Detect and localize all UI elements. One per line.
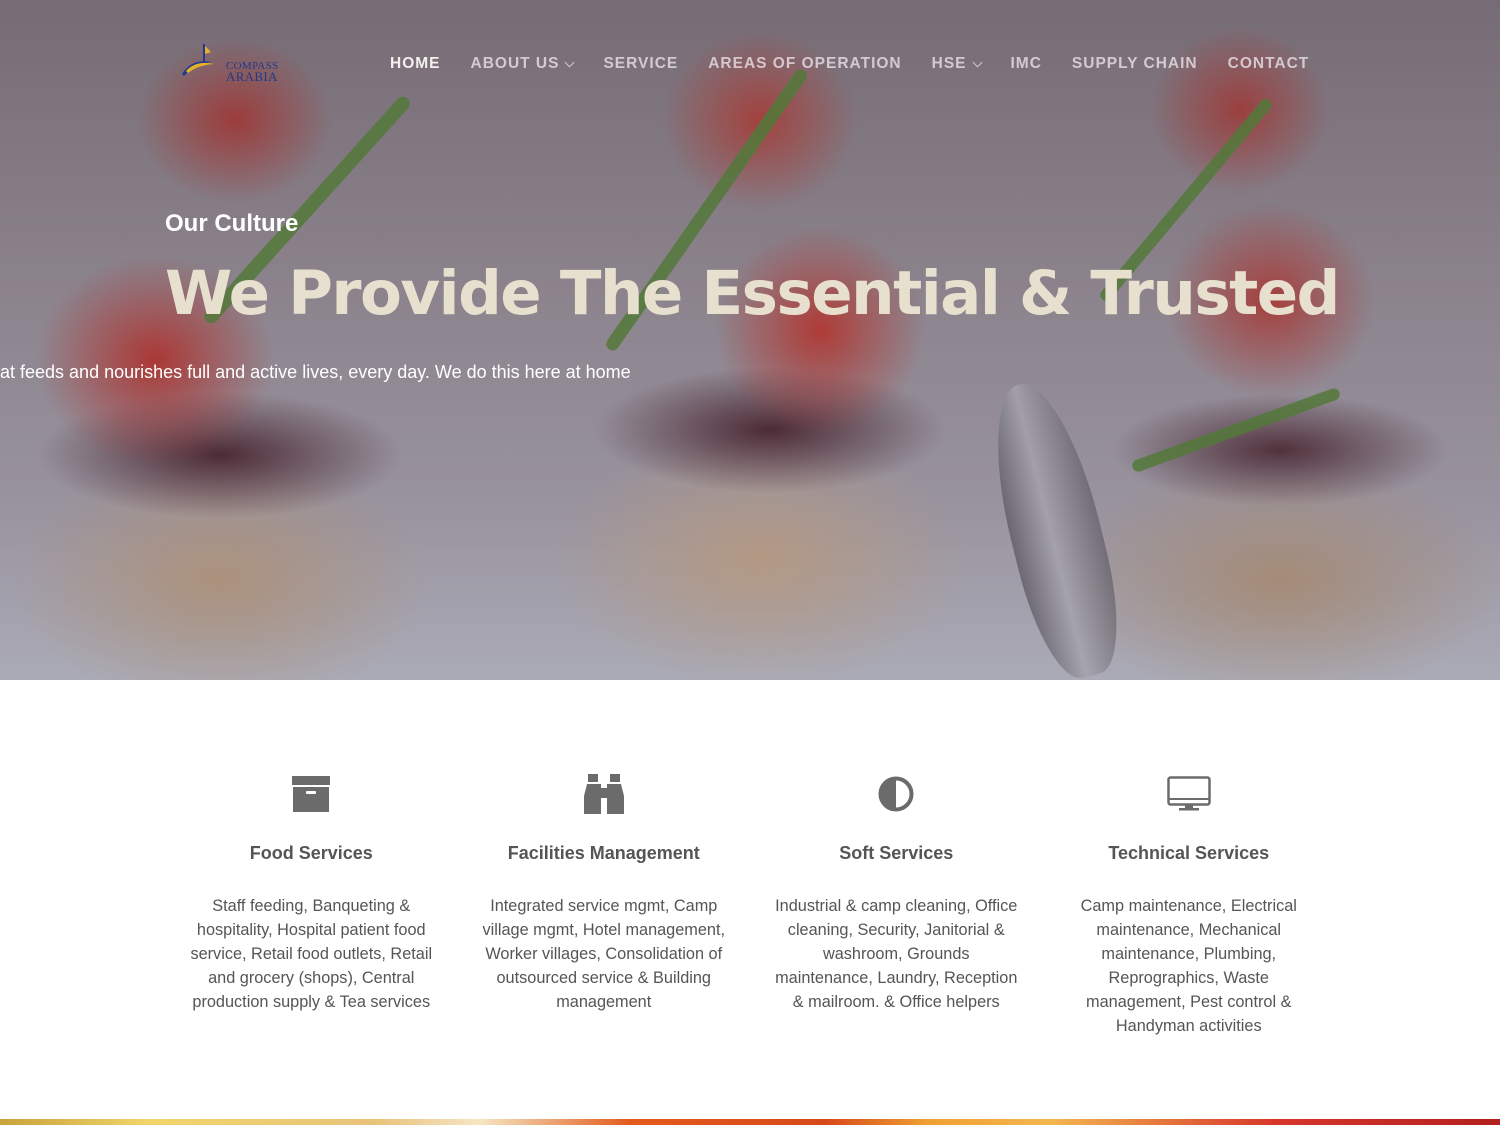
service-description: Camp maintenance, Electrical maintenance… — [1080, 897, 1297, 1035]
chevron-down-icon — [565, 57, 575, 67]
chevron-down-icon — [972, 57, 982, 67]
service-description: Staff feeding, Banqueting & hospitality,… — [190, 897, 433, 1011]
nav-home[interactable]: HOME — [390, 52, 441, 76]
nav-service[interactable]: SERVICE — [603, 52, 678, 76]
service-title: Facilities Management — [507, 843, 700, 863]
hero-banner — [0, 0, 1500, 680]
nav-hse-label: HSE — [931, 55, 967, 72]
half-circle-icon — [750, 770, 1043, 818]
service-card-soft: Soft Services Industrial & camp cleaning… — [750, 770, 1043, 1038]
service-card-food: Food Services Staff feeding, Banqueting … — [165, 770, 458, 1038]
hero-tagline: at feeds and nourishes full and active l… — [0, 362, 631, 382]
nav-hse[interactable]: HSE — [931, 52, 982, 76]
service-title: Soft Services — [839, 843, 954, 863]
nav-about-us-label: ABOUT US — [470, 55, 560, 72]
nav-about-us[interactable]: ABOUT US — [470, 52, 575, 76]
compass-arabia-logo[interactable]: COMPASS ARABIA — [178, 40, 293, 84]
hero-overlay — [0, 0, 1500, 680]
next-section-image-strip — [0, 1119, 1500, 1125]
nav-imc[interactable]: IMC — [1011, 52, 1042, 76]
logo-emblem-icon — [182, 44, 214, 76]
monitor-icon — [1043, 770, 1336, 818]
binoculars-icon — [458, 770, 751, 818]
hero-headline: We Provide The Essential & Trusted — [165, 258, 1340, 329]
main-nav: HOME ABOUT US SERVICE AREAS OF OPERATION… — [390, 52, 1339, 76]
service-card-technical: Technical Services Camp maintenance, Ele… — [1043, 770, 1336, 1038]
nav-contact[interactable]: CONTACT — [1228, 52, 1310, 76]
logo-text-line2: ARABIA — [226, 69, 278, 84]
service-description: Integrated service mgmt, Camp village mg… — [482, 897, 726, 1011]
service-description: Industrial & camp cleaning, Office clean… — [775, 897, 1018, 1011]
service-title: Technical Services — [1108, 843, 1270, 863]
nav-supply-chain[interactable]: SUPPLY CHAIN — [1072, 52, 1198, 76]
nav-areas-of-operation[interactable]: AREAS OF OPERATION — [708, 52, 901, 76]
archive-box-icon — [165, 770, 458, 818]
service-card-facilities: Facilities Management Integrated service… — [458, 770, 751, 1038]
service-title: Food Services — [249, 843, 373, 863]
hero-subtitle: Our Culture — [165, 210, 299, 237]
services-section: Food Services Staff feeding, Banqueting … — [165, 770, 1335, 1038]
